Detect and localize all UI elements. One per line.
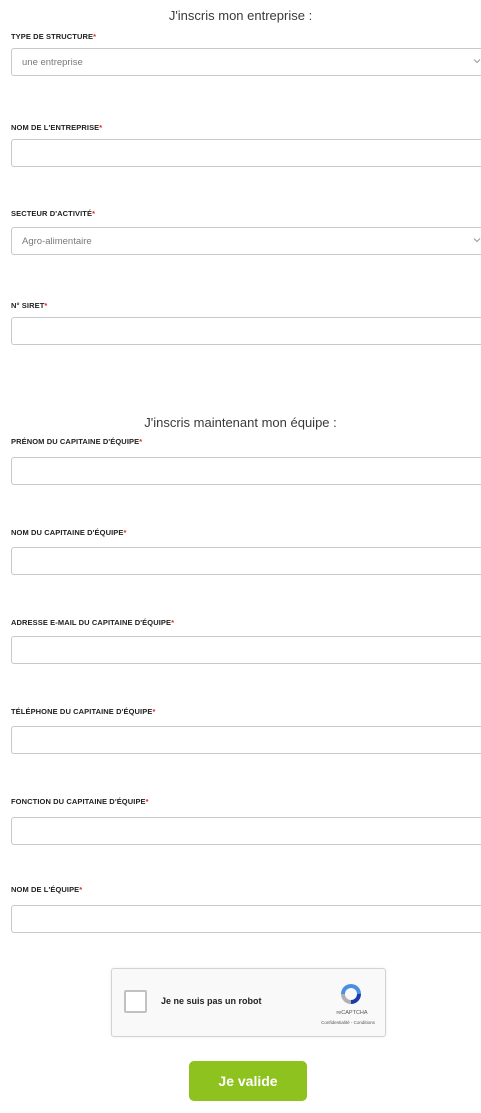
captain-firstname-input[interactable]	[11, 457, 481, 485]
siret-input[interactable]	[11, 317, 481, 345]
captain-firstname-label: PRÉNOM DU CAPITAINE D'ÉQUIPE*	[11, 437, 143, 446]
required-marker: *	[92, 209, 96, 218]
company-name-label: NOM DE L'ENTREPRISE*	[11, 123, 103, 132]
chevron-down-icon	[473, 238, 481, 243]
required-marker: *	[139, 437, 143, 446]
recaptcha-brand: reCAPTCHA	[336, 1010, 368, 1016]
siret-label: N° SIRET*	[11, 301, 48, 310]
required-marker: *	[44, 301, 48, 310]
captain-role-label: FONCTION DU CAPITAINE D'ÉQUIPE*	[11, 797, 149, 806]
chevron-down-icon	[473, 59, 481, 64]
required-marker: *	[145, 797, 149, 806]
team-section-title: J'inscris maintenant mon équipe :	[144, 415, 337, 430]
sector-label: SECTEUR D'ACTIVITÉ*	[11, 209, 96, 218]
recaptcha-logo-icon	[341, 984, 361, 1004]
team-name-input[interactable]	[11, 905, 481, 933]
recaptcha-label: Je ne suis pas un robot	[161, 996, 262, 1006]
company-name-input[interactable]	[11, 139, 481, 167]
required-marker: *	[123, 528, 127, 537]
captain-lastname-label: NOM DU CAPITAINE D'ÉQUIPE*	[11, 528, 127, 537]
submit-button[interactable]: Je valide	[189, 1061, 307, 1101]
required-marker: *	[152, 707, 156, 716]
required-marker: *	[93, 32, 97, 41]
required-marker: *	[79, 885, 83, 894]
structure-type-value: une entreprise	[22, 57, 83, 68]
structure-type-label: TYPE DE STRUCTURE*	[11, 32, 97, 41]
sector-select[interactable]: Agro-alimentaire	[11, 227, 481, 255]
sector-value: Agro-alimentaire	[22, 236, 92, 247]
captain-email-input[interactable]	[11, 636, 481, 664]
captain-phone-input[interactable]	[11, 726, 481, 754]
team-name-label: NOM DE L'ÉQUIPE*	[11, 885, 83, 894]
company-section-title: J'inscris mon entreprise :	[168, 8, 313, 23]
recaptcha-widget: Je ne suis pas un robot reCAPTCHA Confid…	[111, 968, 386, 1037]
captain-role-input[interactable]	[11, 817, 481, 845]
required-marker: *	[99, 123, 103, 132]
captain-lastname-input[interactable]	[11, 547, 481, 575]
captain-phone-label: TÉLÉPHONE DU CAPITAINE D'ÉQUIPE*	[11, 707, 156, 716]
required-marker: *	[171, 618, 175, 627]
recaptcha-links[interactable]: Confidentialité - Conditions	[312, 1020, 384, 1025]
recaptcha-checkbox[interactable]	[124, 990, 147, 1013]
captain-email-label: ADRESSE E-MAIL DU CAPITAINE D'ÉQUIPE*	[11, 618, 175, 627]
structure-type-select[interactable]: une entreprise	[11, 48, 481, 76]
